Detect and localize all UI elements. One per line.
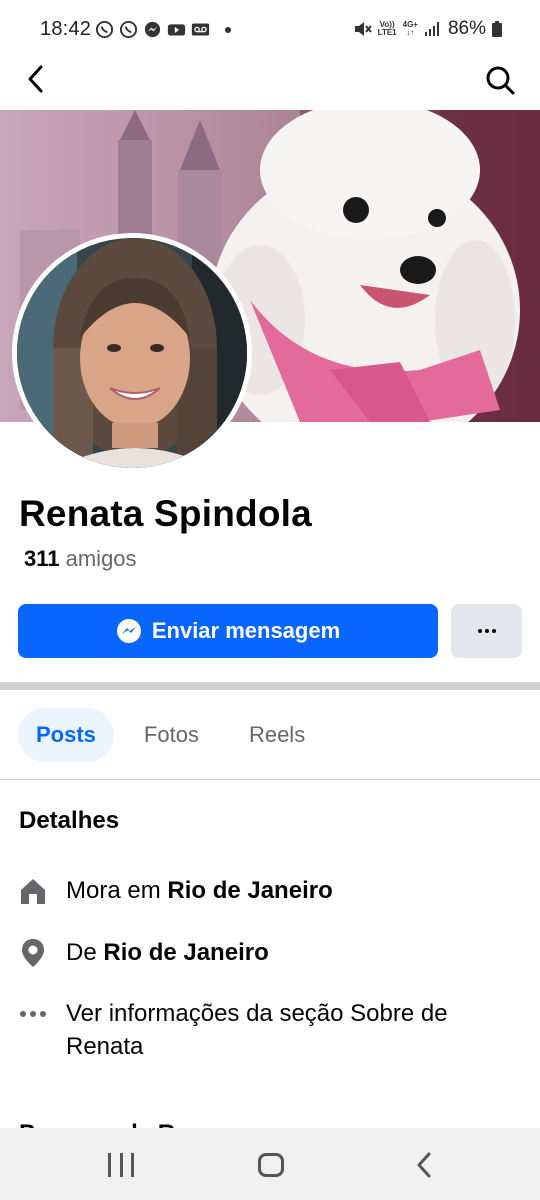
detail-lives-in[interactable]: Mora em Rio de Janeiro [18,874,333,907]
whatsapp-business-icon [119,20,138,39]
location-pin-icon [18,938,48,968]
signal-icon [424,22,439,36]
home-icon [18,876,48,906]
profile-tabs: Posts Fotos Reels [18,708,323,762]
section-divider [0,682,540,690]
status-bar: 18:42 Vo)) LTE1 4G+ ↓↑ 86% [0,0,540,56]
tab-reels[interactable]: Reels [231,708,323,762]
tab-posts[interactable]: Posts [18,708,114,762]
back-arrow-icon[interactable] [22,64,52,94]
profile-avatar[interactable] [12,233,252,473]
send-message-button[interactable]: Enviar mensagem [18,604,438,658]
friends-count[interactable]: 311 amigos [24,546,137,572]
detail-about-link[interactable]: Ver informações da seção Sobre de Renata [18,997,448,1063]
recents-icon[interactable] [108,1153,134,1177]
status-time: 18:42 [40,18,92,40]
more-horizontal-icon [18,999,48,1029]
mute-icon [354,22,372,36]
top-navigation [0,56,540,110]
tab-photos[interactable]: Fotos [126,708,217,762]
whatsapp-icon [95,20,114,39]
tabs-divider [0,779,540,780]
status-notification-icons [95,20,231,39]
voicemail-icon [191,23,210,36]
messenger-icon [144,21,161,38]
detail-from[interactable]: De Rio de Janeiro [18,936,269,969]
data-arrows-icon: ↓↑ [406,28,415,37]
battery-level: 86% [447,18,486,39]
more-dots-icon [477,629,496,633]
system-navigation-bar [0,1128,540,1200]
system-back-icon[interactable] [410,1150,440,1180]
volte-indicator: Vo)) LTE1 [377,20,397,37]
details-title: Detalhes [19,807,120,834]
search-icon[interactable] [484,64,516,96]
profile-name: Renata Spindola [19,493,312,534]
home-button-icon[interactable] [258,1153,284,1177]
network-indicator: 4G+ ↓↑ [402,20,418,37]
status-system-icons: Vo)) LTE1 4G+ ↓↑ 86% [352,18,502,40]
youtube-icon [167,24,186,36]
more-notifications-dot [225,26,231,33]
more-options-button[interactable] [451,604,522,658]
battery-icon [492,21,502,37]
messenger-icon [116,619,141,643]
